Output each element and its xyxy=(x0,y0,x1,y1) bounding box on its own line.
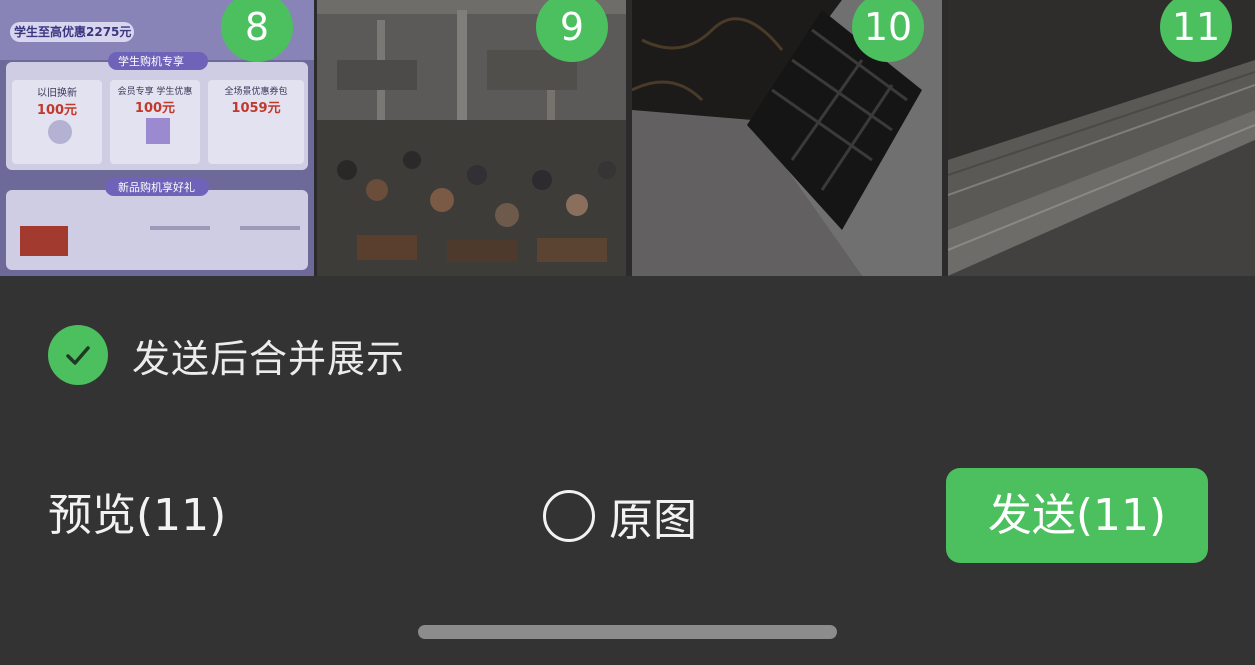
home-indicator[interactable] xyxy=(418,625,837,639)
thumbnail-8[interactable]: 学生至高优惠2275元 学生购机专享 以旧换新 100元 会员专享 学生优惠 1… xyxy=(0,0,314,276)
checkmark-icon[interactable] xyxy=(48,325,108,385)
merge-display-option[interactable]: 发送后合并展示 xyxy=(48,325,405,385)
thumbnail-10[interactable]: 10 xyxy=(632,0,942,276)
merge-display-label: 发送后合并展示 xyxy=(132,336,406,381)
send-button[interactable]: 发送(11) xyxy=(946,468,1208,563)
poster-section-title: 学生购机专享 xyxy=(118,55,184,68)
original-image-toggle[interactable]: 原图 xyxy=(543,486,697,546)
radio-unchecked-icon[interactable] xyxy=(543,490,595,542)
selected-images-strip: 学生至高优惠2275元 学生购机专享 以旧换新 100元 会员专享 学生优惠 1… xyxy=(0,0,1255,276)
preview-button[interactable]: 预览(11) xyxy=(48,486,226,546)
poster-promo-trade-in: 以旧换新 100元 xyxy=(36,88,78,118)
original-image-label: 原图 xyxy=(609,495,697,546)
poster-promo-member: 会员专享 学生优惠 100元 xyxy=(117,87,193,116)
image-send-panel: 学生至高优惠2275元 学生购机专享 以旧换新 100元 会员专享 学生优惠 1… xyxy=(0,0,1255,665)
poster-promo-coupon: 全场景优惠券包 1059元 xyxy=(224,87,288,116)
thumbnail-11[interactable]: 11 xyxy=(948,0,1255,276)
poster-section-title-2: 新品购机享好礼 xyxy=(118,181,195,194)
poster-headline: 学生至高优惠2275元 xyxy=(14,25,132,39)
thumbnail-9[interactable]: 9 xyxy=(317,0,626,276)
